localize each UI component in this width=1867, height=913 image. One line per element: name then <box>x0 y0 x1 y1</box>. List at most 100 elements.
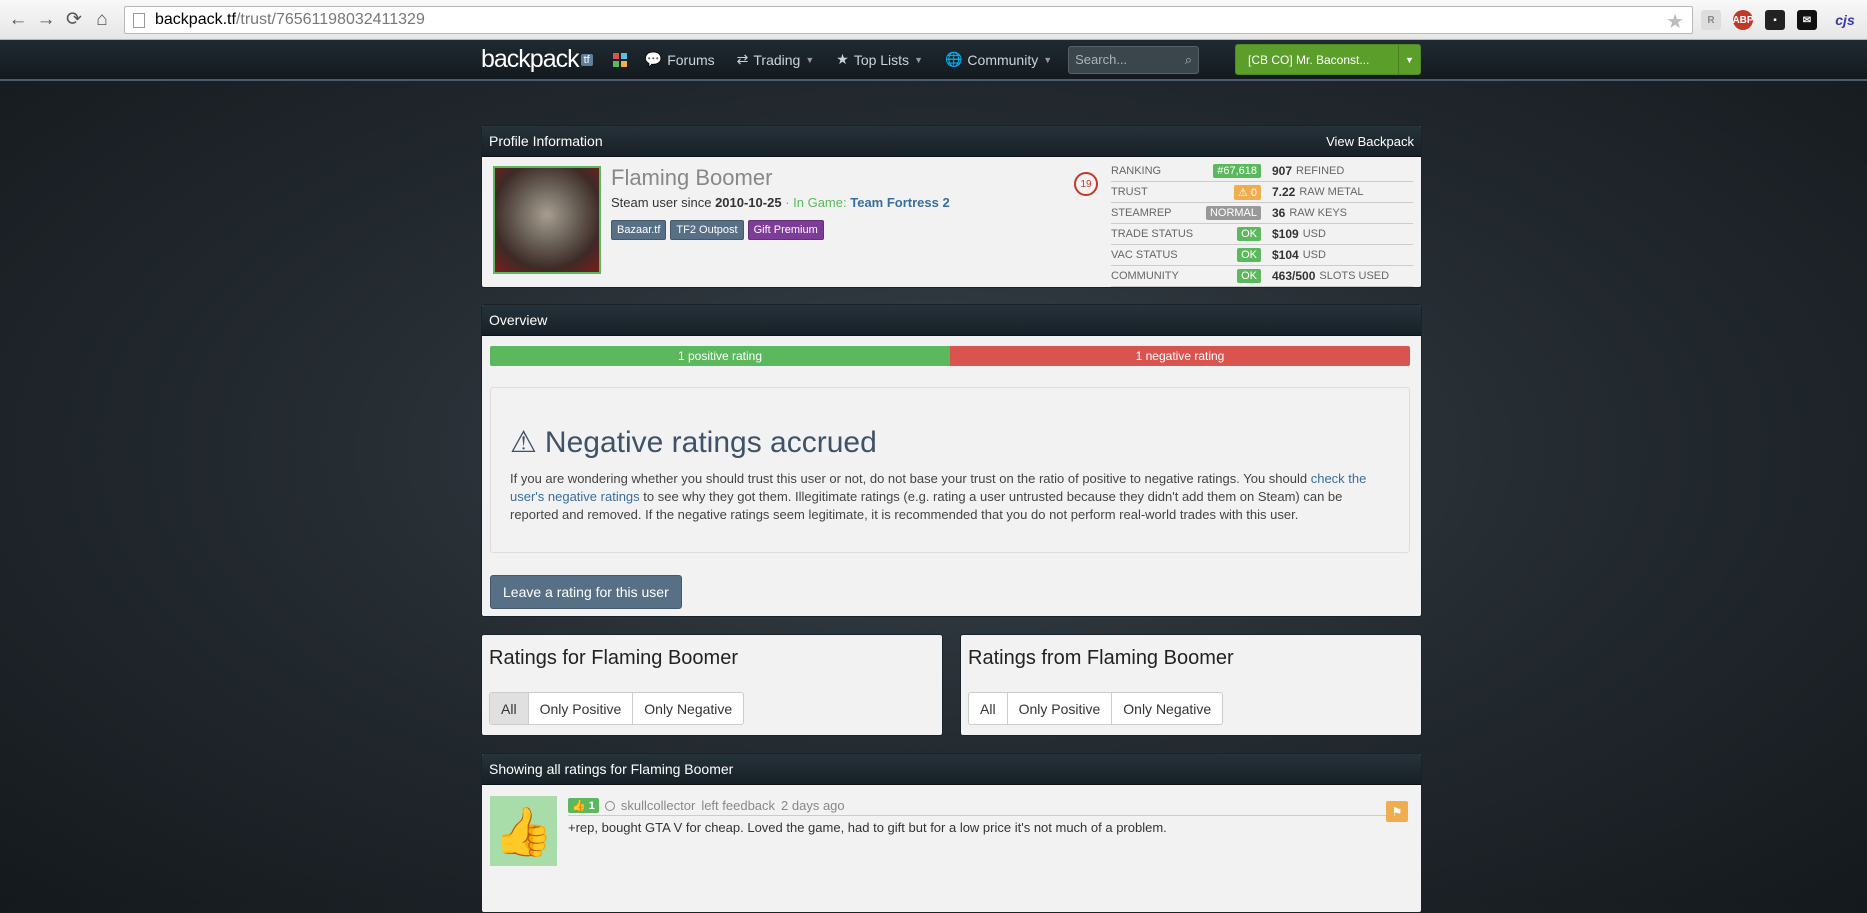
stat-row: TRADE STATUS OK $109 USD <box>1111 224 1413 245</box>
stat-row: TRUST ⚠ 0 7.22 RAW METAL <box>1111 182 1413 203</box>
stat-label: STEAMREP <box>1111 207 1172 219</box>
stat-value: $109 <box>1272 227 1299 241</box>
ratings-for-title: Ratings for Flaming Boomer <box>489 647 738 669</box>
feedback-header: 👍 1 skullcollector left feedback 2 days … <box>568 796 1406 816</box>
url-path: /trust/76561198032411329 <box>235 11 425 28</box>
address-bar[interactable]: backpack.tf/trust/76561198032411329 ★ <box>124 6 1693 34</box>
steam-since: Steam user since 2010-10-25 · In Game: T… <box>611 195 950 210</box>
browser-toolbar: ← → ⟳ ⌂ backpack.tf/trust/76561198032411… <box>0 0 1867 40</box>
feedback-title: Showing all ratings for Flaming Boomer <box>489 761 734 777</box>
extension-icon[interactable]: ▪ <box>1765 10 1785 30</box>
stat-row: STEAMREP NORMAL 36 RAW KEYS <box>1111 203 1413 224</box>
ratings-for-panel: Ratings for Flaming Boomer All Only Posi… <box>481 634 943 736</box>
filter-positive-button[interactable]: Only Positive <box>1008 693 1113 724</box>
star-icon: ★ <box>836 51 849 67</box>
rating-ratio-bar: 1 positive rating 1 negative rating <box>490 346 1410 366</box>
stat-unit: USD <box>1302 249 1326 261</box>
back-icon[interactable]: ← <box>6 8 30 32</box>
panel-title: Profile Information <box>489 133 603 149</box>
overview-panel: Overview 1 positive rating 1 negative ra… <box>481 304 1422 617</box>
forward-icon[interactable]: → <box>34 8 58 32</box>
stat-label: RANKING <box>1111 165 1162 177</box>
avatar[interactable] <box>493 166 601 274</box>
warning-title: Negative ratings accrued <box>544 425 877 459</box>
nav-top-lists[interactable]: ★ Top Lists ▼ <box>836 51 923 68</box>
stat-badge[interactable]: #67,618 <box>1213 164 1261 178</box>
filter-negative-button[interactable]: Only Negative <box>633 693 743 724</box>
ratings-for-filter: All Only Positive Only Negative <box>489 692 745 725</box>
extension-r-icon[interactable]: R <box>1701 10 1721 30</box>
stat-badge[interactable]: ⚠ 0 <box>1233 184 1261 200</box>
stat-badge[interactable]: NORMAL <box>1205 206 1261 220</box>
warning-icon: ⚠ <box>510 426 537 459</box>
mail-icon[interactable]: ✉ <box>1797 10 1817 30</box>
profile-panel: Profile Information View Backpack Flaming… <box>481 125 1422 288</box>
stat-row: COMMUNITY OK 463/500 SLOTS USED <box>1111 266 1413 287</box>
home-icon[interactable]: ⌂ <box>90 8 114 32</box>
feedback-user[interactable]: skullcollector <box>621 798 695 813</box>
leave-rating-button[interactable]: Leave a rating for this user <box>490 575 682 609</box>
stat-badge[interactable]: OK <box>1237 269 1261 283</box>
level-badge: 19 <box>1074 172 1098 196</box>
stat-badge[interactable]: OK <box>1237 227 1261 241</box>
bookmark-star-icon[interactable]: ★ <box>1666 9 1684 34</box>
stat-unit: USD <box>1302 228 1326 240</box>
reload-icon[interactable]: ⟳ <box>62 8 86 32</box>
stat-label: VAC STATUS <box>1111 249 1178 261</box>
filter-all-button[interactable]: All <box>490 693 529 724</box>
view-backpack-link[interactable]: View Backpack <box>1326 134 1414 149</box>
exchange-icon: ⇄ <box>736 51 749 67</box>
stat-value: 463/500 <box>1272 269 1316 283</box>
site-logo[interactable]: backpack tf <box>481 45 593 74</box>
url-host: backpack.tf <box>155 11 236 28</box>
site-navbar: backpack tf 💬 Forums ⇄ Trading ▼ ★ Top Lists ▼… <box>0 40 1867 81</box>
profile-tags: Bazaar.tf TF2 Outpost Gift Premium <box>611 220 824 240</box>
negative-bar[interactable]: 1 negative rating <box>950 346 1410 366</box>
page-icon <box>133 12 145 28</box>
stat-unit: SLOTS USED <box>1319 270 1390 282</box>
nav-trading[interactable]: ⇄ Trading ▼ <box>737 51 815 68</box>
search-input[interactable]: Search... ⌕ <box>1068 45 1199 74</box>
filter-positive-button[interactable]: Only Positive <box>529 693 634 724</box>
thumbs-up-icon: 👍 <box>490 796 557 866</box>
stat-label: COMMUNITY <box>1111 270 1179 282</box>
filter-negative-button[interactable]: Only Negative <box>1112 693 1222 724</box>
stat-label: TRUST <box>1111 186 1148 198</box>
ratings-from-panel: Ratings from Flaming Boomer All Only Pos… <box>960 634 1422 736</box>
warning-text: If you are wondering whether you should … <box>510 471 1367 522</box>
apps-grid-icon[interactable] <box>612 52 627 67</box>
stat-unit: REFINED <box>1296 165 1345 177</box>
stat-row: VAC STATUS OK $104 USD <box>1111 245 1413 266</box>
feedback-panel: Showing all ratings for Flaming Boomer 👍… <box>481 753 1422 913</box>
stat-unit: RAW METAL <box>1299 186 1364 198</box>
filter-all-button[interactable]: All <box>969 693 1008 724</box>
cjs-icon[interactable]: cjs <box>1828 10 1862 30</box>
stat-row: RANKING #67,618 907 REFINED <box>1111 161 1413 182</box>
profile-tag[interactable]: Gift Premium <box>747 220 824 240</box>
stat-unit: RAW KEYS <box>1289 207 1348 219</box>
nav-community[interactable]: 🌐 Community ▼ <box>945 51 1052 68</box>
adblock-icon[interactable]: ABP <box>1732 10 1754 30</box>
stat-value: 907 <box>1272 164 1293 178</box>
overview-title: Overview <box>489 312 548 328</box>
profile-tag[interactable]: Bazaar.tf <box>611 220 667 240</box>
globe-icon: 🌐 <box>944 51 963 67</box>
nav-forums[interactable]: 💬 Forums <box>645 51 715 68</box>
stat-label: TRADE STATUS <box>1111 228 1194 240</box>
positive-bar[interactable]: 1 positive rating <box>490 346 950 366</box>
stat-value: $104 <box>1272 248 1299 262</box>
profile-name: Flaming Boomer <box>611 165 773 190</box>
vote-count-badge[interactable]: 👍 1 <box>568 798 599 813</box>
warning-well: ⚠ Negative ratings accrued If you are won… <box>490 387 1410 553</box>
status-dot-icon <box>604 800 615 811</box>
profile-tag[interactable]: TF2 Outpost <box>670 220 744 240</box>
chevron-down-icon[interactable]: ▼ <box>1398 45 1420 74</box>
flag-icon[interactable]: ⚑ <box>1386 801 1408 822</box>
feedback-action: left feedback <box>701 798 776 813</box>
stat-badge[interactable]: OK <box>1237 248 1261 262</box>
user-menu-button[interactable]: [CB CO] Mr. Baconst... ▼ <box>1235 44 1421 75</box>
feedback-text: +rep, bought GTA V for cheap. Loved the … <box>568 820 1167 835</box>
search-icon[interactable]: ⌕ <box>1185 52 1192 68</box>
ratings-from-filter: All Only Positive Only Negative <box>968 692 1224 725</box>
profile-stats: RANKING #67,618 907 REFINED TRUST ⚠ 0 7.22 RAW … <box>1111 161 1413 287</box>
